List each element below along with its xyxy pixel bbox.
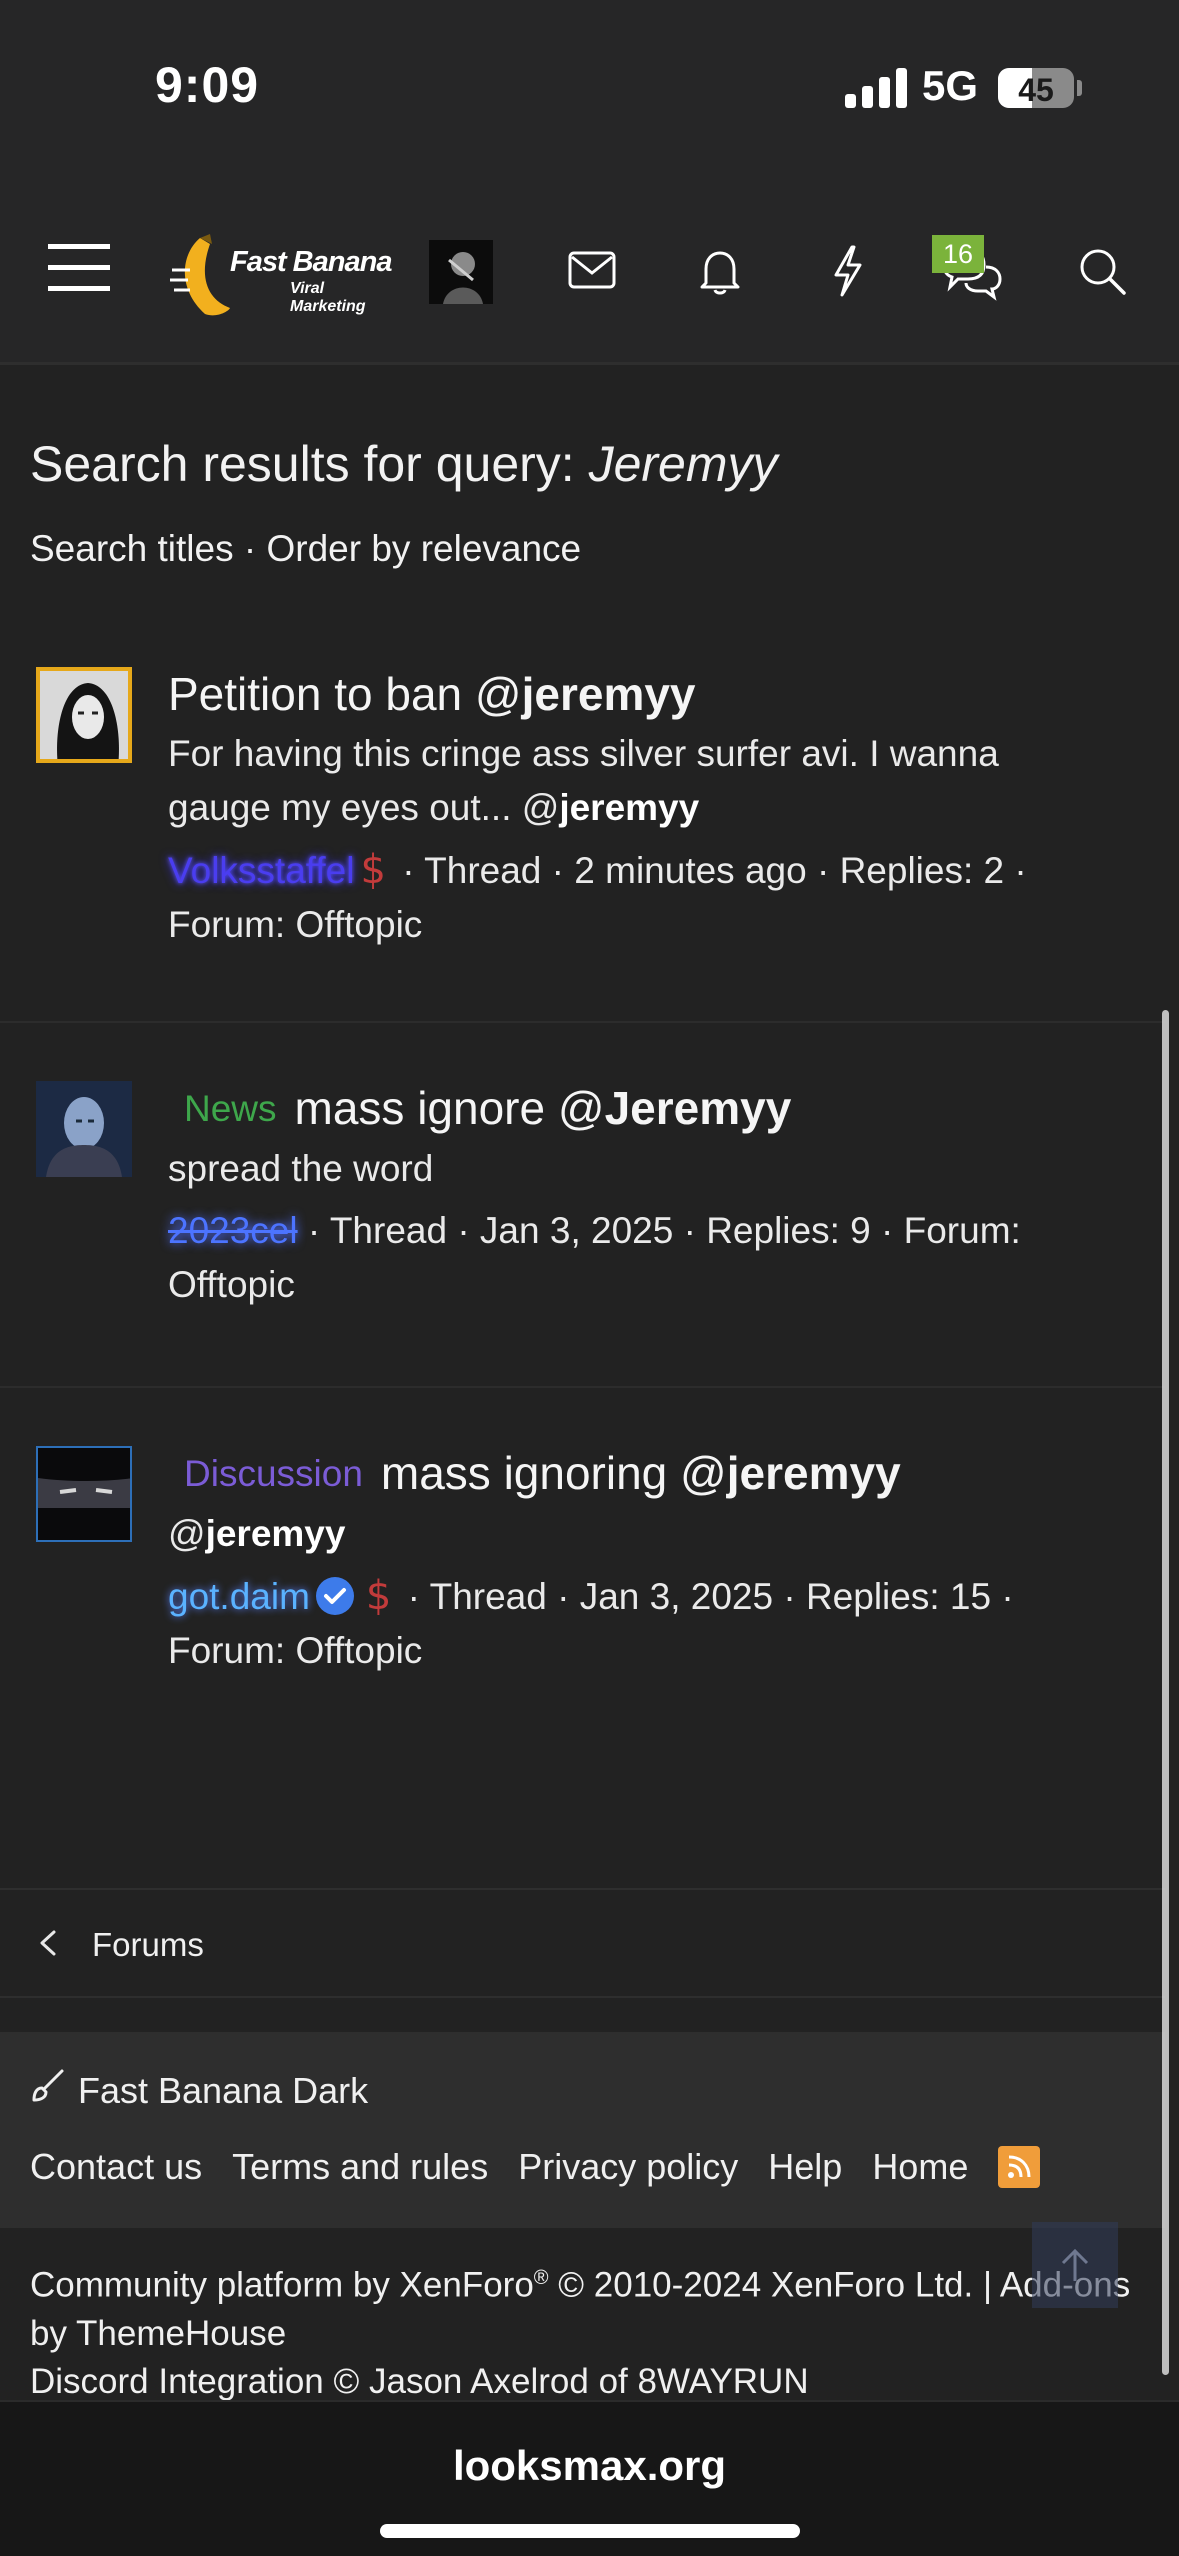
result-title-link[interactable]: Petition to ban @jeremyy: [168, 665, 1105, 723]
style-name: Fast Banana Dark: [78, 2069, 369, 2111]
search-result: Petition to ban @jeremyy For having this…: [0, 625, 1165, 1023]
footer-link-contact[interactable]: Contact us: [30, 2146, 202, 2188]
author-avatar[interactable]: [36, 1446, 132, 1542]
envelope-icon[interactable]: [562, 245, 622, 295]
footer-link-terms[interactable]: Terms and rules: [232, 2146, 488, 2188]
author-username[interactable]: 2023cel: [168, 1210, 298, 1251]
author-avatar[interactable]: [36, 1081, 132, 1177]
result-snippet: For having this cringe ass silver surfer…: [168, 733, 999, 828]
status-bar: 9:09 5G 45: [0, 0, 1179, 175]
breadcrumb-forums[interactable]: Forums: [92, 1926, 204, 1964]
bell-icon[interactable]: [692, 243, 748, 299]
result-title-link[interactable]: Discussion mass ignoring @jeremyy: [168, 1444, 1105, 1503]
menu-icon[interactable]: [46, 240, 112, 296]
signal-icon: [845, 66, 907, 108]
order-by-link[interactable]: Order by relevance: [266, 528, 581, 569]
page-title: Search results for query: Jeremyy: [30, 435, 778, 493]
footer-link-home[interactable]: Home: [872, 2146, 968, 2188]
result-meta: Volksstaffel $ · Thread · 2 minutes ago ·…: [168, 843, 1105, 952]
author-username[interactable]: got.daim: [168, 1576, 310, 1617]
author-avatar[interactable]: [36, 667, 132, 763]
conversations-badge: 16: [932, 235, 984, 273]
chevron-left-icon: [36, 1928, 60, 1963]
battery-level: 45: [1018, 72, 1054, 108]
result-snippet: spread the word: [168, 1148, 434, 1189]
footer-links: Contact us Terms and rules Privacy polic…: [30, 2146, 1041, 2188]
result-meta: got.daim $ · Thread · Jan 3, 2025 · Repli…: [168, 1569, 1105, 1678]
copyright-line2: Discord Integration © Jason Axelrod of 8…: [30, 2361, 809, 2401]
battery-icon: 45: [998, 68, 1074, 108]
dollar-icon: $: [360, 847, 386, 893]
result-title-link[interactable]: News mass ignore @Jeremyy: [168, 1079, 1105, 1138]
address-bar-url[interactable]: looksmax.org: [0, 2442, 1179, 2490]
lightning-icon[interactable]: [822, 241, 874, 301]
search-subnav: Search titles · Order by relevance: [30, 528, 581, 570]
prefix-badge-discussion[interactable]: Discussion: [184, 1445, 363, 1503]
footer-link-privacy[interactable]: Privacy policy: [518, 2146, 738, 2188]
site-logo[interactable]: Fast Banana Viral Marketing: [170, 230, 400, 320]
search-titles-link[interactable]: Search titles: [30, 528, 234, 569]
app-header: Fast Banana Viral Marketing 16: [0, 175, 1179, 365]
user-avatar[interactable]: [429, 240, 493, 304]
style-chooser[interactable]: Fast Banana Dark: [30, 2068, 368, 2113]
footer-link-help[interactable]: Help: [768, 2146, 842, 2188]
search-result: News mass ignore @Jeremyy spread the word…: [0, 1023, 1165, 1388]
home-indicator[interactable]: [380, 2524, 800, 2538]
battery-tip: [1077, 80, 1082, 96]
logo-title: Fast Banana: [230, 246, 392, 278]
network-label: 5G: [922, 62, 979, 109]
breadcrumb[interactable]: Forums: [0, 1888, 1165, 1998]
subnav-separator: ·: [233, 528, 267, 569]
page-title-prefix: Search results for query:: [30, 436, 589, 492]
scrollbar[interactable]: [1162, 1010, 1169, 2375]
status-time: 9:09: [155, 57, 260, 113]
verified-check-icon: [315, 1577, 354, 1615]
footer: Fast Banana Dark Contact us Terms and ru…: [0, 2032, 1165, 2228]
back-to-top-button[interactable]: [1032, 2222, 1118, 2308]
search-icon[interactable]: [1074, 243, 1130, 299]
prefix-badge-news[interactable]: News: [184, 1080, 277, 1138]
logo-subtitle: Viral Marketing: [290, 280, 366, 315]
xenforo-link[interactable]: Community platform by XenForo: [30, 2266, 534, 2305]
paintbrush-icon: [30, 2068, 66, 2113]
copyright-line1: Community platform by XenForo® © 2010-20…: [30, 2265, 1131, 2353]
author-username[interactable]: Volksstaffel: [168, 850, 354, 891]
rss-icon[interactable]: [998, 2146, 1041, 2188]
copyright: Community platform by XenForo® © 2010-20…: [30, 2254, 1140, 2406]
arrow-up-icon: [1061, 2248, 1089, 2281]
result-meta: 2023cel · Thread · Jan 3, 2025 · Replies…: [168, 1204, 1105, 1312]
dollar-icon: $: [365, 1573, 392, 1619]
browser-bar: looksmax.org: [0, 2400, 1179, 2556]
result-snippet: @jeremyy: [168, 1513, 346, 1554]
search-result: Discussion mass ignoring @jeremyy @jeremy…: [0, 1388, 1165, 1888]
page-title-query: Jeremyy: [588, 436, 778, 492]
